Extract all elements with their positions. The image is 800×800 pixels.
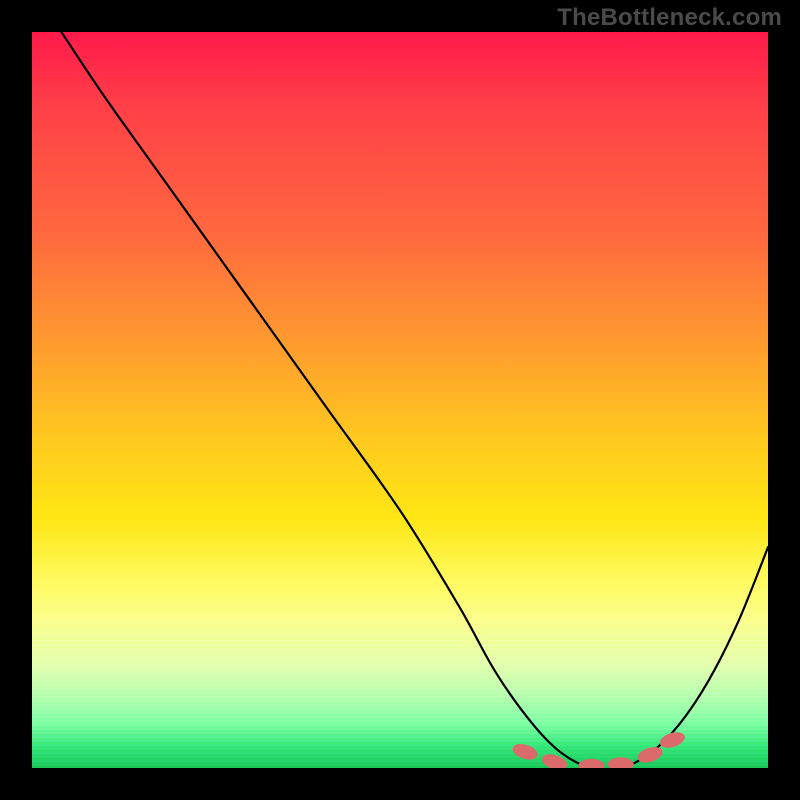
curve-layer	[32, 32, 768, 768]
chart-stage: TheBottleneck.com	[0, 0, 800, 800]
curve-marker	[511, 741, 540, 762]
bottleneck-curve	[61, 32, 768, 768]
plot-area	[32, 32, 768, 768]
curve-markers	[511, 729, 687, 768]
watermark-text: TheBottleneck.com	[557, 4, 782, 32]
curve-marker	[608, 757, 634, 768]
curve-marker	[636, 744, 665, 765]
curve-marker	[578, 759, 604, 768]
curve-marker	[540, 751, 569, 768]
